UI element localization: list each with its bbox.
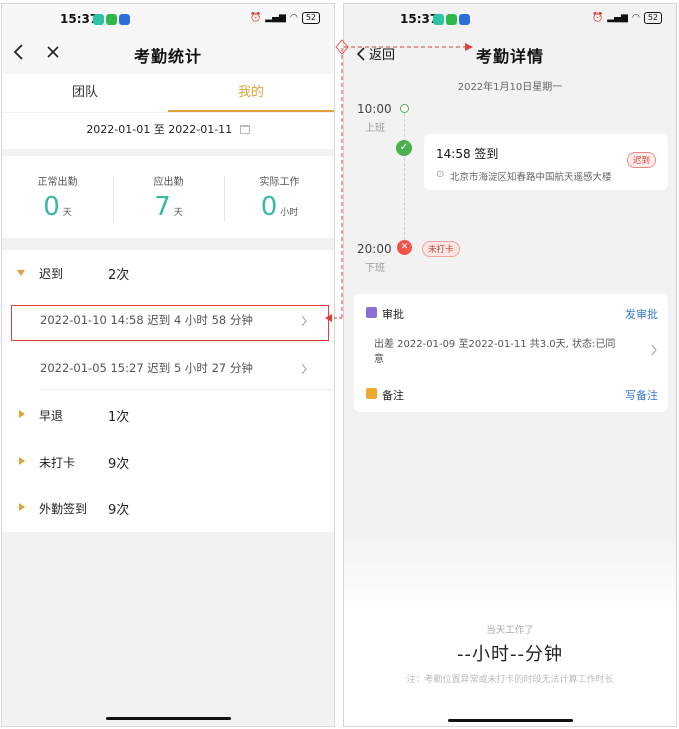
category-field-checkin[interactable]: 外勤签到 9次 [2, 485, 334, 531]
stat-label: 实际工作 [259, 177, 300, 188]
connector-arrow [325, 39, 473, 322]
approval-detail-line1: 出差 2022-01-09 至2022-01-11 共3.0天, 状态:已同 [374, 339, 616, 350]
approval-detail-line2: 意 [374, 354, 384, 365]
stat-required-attendance: 应出勤 7天 [113, 156, 224, 238]
screenshot-stage: 15:37 ⏰ ▂▄▆ ◠ 52 考勤统计 团队 我的 2022-01-01 至… [0, 0, 679, 729]
divider [39, 341, 334, 342]
calendar-icon [239, 125, 250, 134]
alarm-icon: ⏰ [249, 13, 262, 23]
home-indicator [106, 717, 231, 720]
signal-icon: ▂▄▆ [607, 13, 628, 23]
category-name: 未打卡 [39, 456, 76, 470]
stat-unit: 天 [173, 208, 183, 218]
home-indicator [448, 719, 573, 722]
remark-icon [366, 388, 377, 399]
wechat-notification-icon [446, 14, 457, 25]
remark-title: 备注 [382, 389, 404, 402]
signal-icon: ▂▄▆ [265, 13, 286, 23]
app-notification-icon [119, 14, 130, 25]
category-name: 早退 [39, 409, 64, 423]
status-indicators: ⏰ ▂▄▆ ◠ 52 [592, 12, 662, 24]
stat-value: 7 [154, 192, 171, 222]
category-name: 迟到 [39, 267, 64, 281]
collapsed-arrow-icon [19, 410, 25, 418]
status-indicators: ⏰ ▂▄▆ ◠ 52 [250, 12, 320, 24]
tab-mine[interactable]: 我的 [168, 74, 334, 112]
stat-label: 应出勤 [153, 177, 184, 188]
work-today-label: 当天工作了 [486, 625, 534, 636]
category-count: 2次 [108, 268, 130, 283]
app-notification-icon [93, 14, 104, 25]
page-title: 考勤统计 [133, 47, 202, 66]
highlight-box [11, 305, 329, 341]
stat-actual-work: 实际工作 0 小时 [224, 156, 334, 238]
category-count: 1次 [108, 410, 130, 425]
category-late[interactable]: 迟到 2次 [2, 250, 334, 296]
attendance-stats-screen: 15:37 ⏰ ▂▄▆ ◠ 52 考勤统计 团队 我的 2022-01-01 至… [1, 3, 335, 727]
category-name: 外勤签到 [39, 502, 88, 516]
late-record-row[interactable]: 2022-01-05 15:27 迟到 5 小时 27 分钟 [2, 346, 334, 390]
app-notification-icon [459, 14, 470, 25]
stats-panel: 正常出勤 0天 应出勤 7天 实际工作 0 小时 [2, 156, 334, 238]
remark-row: 备注 写备注 [364, 387, 658, 407]
status-bar: 15:37 ⏰ ▂▄▆ ◠ 52 [344, 4, 676, 34]
title-bar: 考勤统计 [2, 34, 334, 74]
chevron-right-icon [650, 341, 658, 360]
wifi-icon: ◠ [631, 13, 640, 23]
stat-normal-attendance: 正常出勤 0天 [2, 156, 113, 238]
collapsed-arrow-icon [19, 457, 25, 465]
battery-icon: 52 [643, 12, 662, 24]
wifi-icon: ◠ [289, 13, 298, 23]
wechat-notification-icon [106, 14, 117, 25]
stat-value: 0 [260, 192, 278, 222]
divider [39, 389, 334, 390]
exception-list: 迟到 2次 2022-01-10 14:58 迟到 4 小时 58 分钟 202… [2, 250, 334, 532]
alarm-icon: ⏰ [591, 13, 604, 23]
expanded-arrow-icon [17, 270, 25, 276]
stat-unit: 天 [62, 208, 72, 218]
collapsed-arrow-icon [19, 503, 25, 511]
work-today-value: --小时--分钟 [457, 644, 563, 665]
battery-icon: 52 [301, 12, 320, 24]
chevron-right-icon [300, 360, 308, 379]
write-remark-link[interactable]: 写备注 [625, 387, 658, 403]
late-record-text: 2022-01-05 15:27 迟到 5 小时 27 分钟 [40, 361, 253, 375]
work-time-note: 注：考勤位置异常或未打卡的时段无法计算工作时长 [406, 675, 614, 685]
stat-unit: 小时 [280, 208, 299, 218]
category-early-leave[interactable]: 早退 1次 [2, 392, 334, 438]
work-summary: 当天工作了 --小时--分钟 注：考勤位置异常或未打卡的时段无法计算工作时长 [344, 534, 676, 726]
category-count: 9次 [108, 503, 130, 518]
category-count: 9次 [108, 457, 130, 472]
status-bar: 15:37 ⏰ ▂▄▆ ◠ 52 [2, 4, 334, 34]
category-missed-punch[interactable]: 未打卡 9次 [2, 439, 334, 485]
date-range-text: 2022-01-01 至 2022-01-11 [86, 123, 233, 136]
app-notification-icon [433, 14, 444, 25]
stat-value: 0 [43, 192, 60, 222]
late-badge: 迟到 [626, 152, 656, 168]
stat-label: 正常出勤 [37, 177, 78, 188]
approval-detail[interactable]: 出差 2022-01-09 至2022-01-11 共3.0天, 状态:已同 意 [364, 331, 658, 369]
create-approval-link[interactable]: 发审批 [625, 306, 658, 322]
tab-team[interactable]: 团队 [2, 74, 168, 112]
tab-bar: 团队 我的 [2, 74, 334, 112]
date-range-picker[interactable]: 2022-01-01 至 2022-01-11 [2, 113, 334, 149]
